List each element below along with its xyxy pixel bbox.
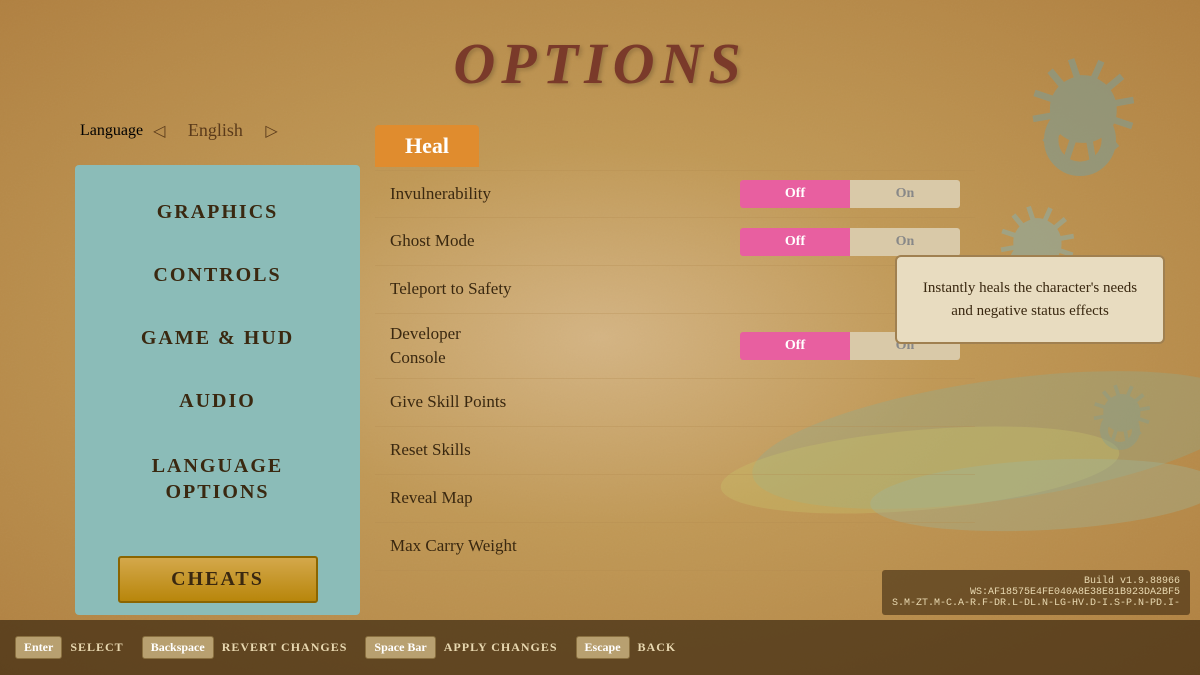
- sidebar-item-language-options[interactable]: LANGUAGEOPTIONS: [85, 437, 350, 521]
- key-enter: Enter: [15, 636, 62, 659]
- build-line2: WS:AF18575E4FE040A8E38E81B923DA2BF5: [892, 587, 1180, 598]
- option-label-invulnerability: Invulnerability: [390, 183, 740, 205]
- key-label-back: BACK: [638, 640, 677, 655]
- option-developer-console: DeveloperConsole Off On: [375, 314, 975, 379]
- sidebar-item-audio[interactable]: AUDIO: [85, 374, 350, 429]
- language-selector: Language ◁ English ▷: [80, 120, 278, 141]
- main-content: Heal Invulnerability Off On Ghost Mode O…: [375, 125, 1175, 615]
- build-line1: Build v1.9.88966: [892, 576, 1180, 587]
- option-max-carry-weight[interactable]: Max Carry Weight: [375, 523, 975, 571]
- toggle-invulnerability: Off On: [740, 180, 960, 208]
- language-arrow-right[interactable]: ▷: [265, 121, 277, 141]
- description-box: Instantly heals the character's needs an…: [895, 255, 1165, 344]
- option-reset-skills[interactable]: Reset Skills: [375, 427, 975, 475]
- sidebar-item-game-hud[interactable]: GAME & HUD: [85, 311, 350, 366]
- sidebar-item-controls[interactable]: CONTROLS: [85, 248, 350, 303]
- toggle-ghost-mode-on[interactable]: On: [850, 228, 960, 256]
- option-ghost-mode: Ghost Mode Off On: [375, 218, 975, 266]
- option-invulnerability: Invulnerability Off On: [375, 170, 975, 218]
- toggle-invulnerability-on[interactable]: On: [850, 180, 960, 208]
- cheats-button[interactable]: CHEATS: [118, 556, 318, 603]
- option-label-reset-skills: Reset Skills: [390, 439, 960, 461]
- toggle-ghost-mode-off[interactable]: Off: [740, 228, 850, 256]
- option-label-give-skill-points: Give Skill Points: [390, 391, 960, 413]
- language-arrow-left[interactable]: ◁: [153, 121, 165, 141]
- language-label: Language: [80, 122, 143, 140]
- toggle-ghost-mode: Off On: [740, 228, 960, 256]
- sidebar-item-graphics[interactable]: GRAPHICS: [85, 185, 350, 240]
- key-label-select: SELECT: [70, 640, 123, 655]
- toggle-developer-console-off[interactable]: Off: [740, 332, 850, 360]
- sidebar: GRAPHICS CONTROLS GAME & HUD AUDIO LANGU…: [75, 165, 360, 615]
- option-teleport[interactable]: Teleport to Safety: [375, 266, 975, 314]
- option-give-skill-points[interactable]: Give Skill Points: [375, 379, 975, 427]
- option-label-developer-console: DeveloperConsole: [390, 322, 740, 370]
- option-reveal-map[interactable]: Reveal Map: [375, 475, 975, 523]
- language-value: English: [175, 120, 255, 141]
- option-label-reveal-map: Reveal Map: [390, 487, 960, 509]
- page-title: OPTIONS: [0, 30, 1200, 97]
- key-escape: Escape: [576, 636, 630, 659]
- active-tab[interactable]: Heal: [375, 125, 479, 167]
- option-label-ghost-mode: Ghost Mode: [390, 230, 740, 252]
- build-info: Build v1.9.88966 WS:AF18575E4FE040A8E38E…: [882, 570, 1190, 615]
- build-line3: S.M-ZT.M-C.A-R.F-DR.L-DL.N-LG-HV.D-I.S-P…: [892, 598, 1180, 609]
- key-space: Space Bar: [365, 636, 435, 659]
- key-label-revert: REVERT CHANGES: [222, 640, 348, 655]
- key-label-apply: APPLY CHANGES: [444, 640, 558, 655]
- toggle-invulnerability-off[interactable]: Off: [740, 180, 850, 208]
- key-backspace: Backspace: [142, 636, 214, 659]
- options-list: Invulnerability Off On Ghost Mode Off On…: [375, 170, 975, 571]
- bottom-bar: Enter SELECT Backspace REVERT CHANGES Sp…: [0, 620, 1200, 675]
- option-label-max-carry-weight: Max Carry Weight: [390, 535, 960, 557]
- option-label-teleport: Teleport to Safety: [390, 278, 960, 300]
